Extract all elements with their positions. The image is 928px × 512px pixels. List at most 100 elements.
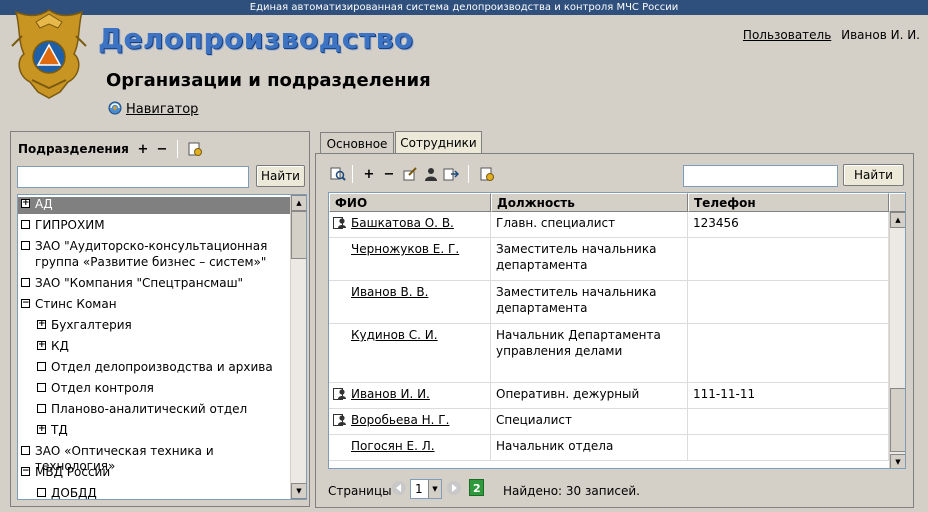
tree-scrollbar[interactable]: ▲ ▼: [290, 195, 306, 499]
cell-text: Начальник Департамента управления делами: [496, 328, 661, 358]
scroll-down-icon[interactable]: ▼: [291, 483, 306, 499]
expand-icon[interactable]: +: [21, 199, 30, 208]
tree-node[interactable]: Отдел контроля: [18, 381, 291, 398]
employee-link[interactable]: Черножуков Е. Г.: [351, 242, 459, 256]
cell-text: 123456: [693, 216, 739, 230]
tree-node[interactable]: + Бухгалтерия: [18, 318, 291, 335]
employees-panel: + − Найти ФИО Должность Телефон Башкатов…: [315, 153, 914, 508]
collapse-icon[interactable]: −: [21, 467, 30, 476]
tab-employees[interactable]: Сотрудники: [395, 131, 482, 154]
cell-text: Заместитель начальника департамента: [496, 242, 657, 272]
tree-node-label: Стинс Коман: [35, 297, 117, 311]
page-title: Организации и подразделения: [106, 70, 431, 91]
tree-node[interactable]: ЗАО "Компания "Спецтрансмаш": [18, 276, 291, 293]
properties-icon[interactable]: [187, 141, 203, 157]
tree-node[interactable]: + АД: [18, 197, 291, 214]
tree-node[interactable]: Планово-аналитический отдел: [18, 402, 291, 419]
remove-icon[interactable]: −: [154, 141, 170, 157]
toolbar-separator: [468, 165, 469, 183]
tree-node[interactable]: ДОБДД: [18, 486, 291, 500]
search-employee-icon[interactable]: [330, 166, 346, 182]
employee-link[interactable]: Кудинов С. И.: [351, 328, 438, 342]
leaf-icon: [21, 220, 30, 229]
collapse-icon[interactable]: −: [21, 299, 30, 308]
page-select[interactable]: 1 ▼: [410, 479, 442, 499]
employees-search-input[interactable]: [683, 165, 838, 187]
expand-icon[interactable]: +: [37, 341, 46, 350]
user-link[interactable]: Пользователь: [743, 28, 831, 42]
pages-label: Страницы: [328, 484, 392, 498]
move-icon[interactable]: [443, 166, 459, 182]
tree-node-label: МВД России: [35, 465, 111, 479]
tree-node[interactable]: ЗАО "Аудиторско-консультационная: [18, 239, 291, 256]
cell-text: Начальник отдела: [496, 439, 614, 453]
cell-text: Специалист: [496, 413, 572, 427]
scroll-thumb[interactable]: [291, 211, 306, 259]
table-scrollbar[interactable]: ▲ ▼: [889, 212, 905, 468]
table-cell-name: Воробьева Н. Г.: [329, 409, 491, 435]
table-cell-position: Заместитель начальника департамента: [491, 281, 688, 324]
tree-node[interactable]: Отдел делопроизводства и архива: [18, 360, 291, 377]
tree-node-label: Отдел контроля: [51, 381, 154, 395]
tab-main[interactable]: Основное: [320, 132, 394, 154]
tree-node-label: Бухгалтерия: [51, 318, 132, 332]
scroll-up-icon[interactable]: ▲: [291, 195, 306, 211]
cell-text: Главн. специалист: [496, 216, 616, 230]
tree-node[interactable]: + ТД: [18, 423, 291, 440]
cell-text: 111-11-11: [693, 387, 756, 401]
person-icon[interactable]: [423, 166, 439, 182]
next-page-icon[interactable]: [446, 480, 462, 496]
departments-panel: Подразделения + − Найти + АД ГИПРОХИМ ЗАО "…: [10, 131, 310, 507]
column-header-spacer: [889, 193, 905, 212]
expand-icon[interactable]: +: [37, 320, 46, 329]
tree-node[interactable]: + КД: [18, 339, 291, 356]
column-header-fio[interactable]: ФИО: [329, 193, 491, 212]
column-header-position[interactable]: Должность: [491, 193, 688, 212]
expand-icon[interactable]: +: [37, 425, 46, 434]
scroll-thumb[interactable]: [890, 388, 905, 452]
table-cell-phone: 123456: [688, 212, 889, 238]
refresh-icon[interactable]: 2: [469, 479, 484, 496]
employee-link[interactable]: Иванов И. И.: [351, 387, 430, 401]
navigator-link[interactable]: Навигатор: [108, 101, 198, 117]
employees-find-button[interactable]: Найти: [843, 164, 904, 186]
leaf-icon: [37, 488, 46, 497]
employees-table: ФИО Должность Телефон Башкатова О. В. Гла…: [328, 192, 906, 469]
departments-tree: + АД ГИПРОХИМ ЗАО "Аудиторско-консультацион…: [17, 194, 307, 500]
remove-employee-icon[interactable]: −: [381, 166, 397, 182]
scroll-down-icon[interactable]: ▼: [890, 454, 905, 468]
prev-page-icon[interactable]: [391, 480, 407, 496]
edit-icon[interactable]: [402, 166, 418, 182]
toolbar-separator: [177, 140, 178, 158]
tree-node[interactable]: группа «Развитие бизнес – систем»": [18, 255, 291, 272]
leaf-icon: [37, 362, 46, 371]
add-icon[interactable]: +: [135, 141, 151, 157]
departments-find-button[interactable]: Найти: [256, 165, 305, 187]
table-cell-name: Иванов И. И.: [329, 383, 491, 409]
tree-node-label: Планово-аналитический отдел: [51, 402, 248, 416]
employee-link[interactable]: Воробьева Н. Г.: [351, 413, 449, 427]
column-header-phone[interactable]: Телефон: [688, 193, 889, 212]
tree-node-label: ДОБДД: [51, 486, 97, 500]
chevron-down-icon[interactable]: ▼: [428, 480, 441, 498]
employee-link[interactable]: Башкатова О. В.: [351, 216, 454, 230]
employee-link[interactable]: Погосян Е. Л.: [351, 439, 435, 453]
tree-node[interactable]: − Стинс Коман: [18, 297, 291, 314]
table-cell-phone: 111-11-11: [688, 383, 889, 409]
tree-node-label: АД: [35, 197, 53, 211]
leaf-icon: [37, 383, 46, 392]
properties-icon[interactable]: [479, 166, 495, 182]
employee-link[interactable]: Иванов В. В.: [351, 285, 428, 299]
tree-node[interactable]: ГИПРОХИМ: [18, 218, 291, 235]
tree-node[interactable]: − МВД России: [18, 465, 291, 482]
person-card-icon: [333, 388, 346, 400]
scroll-up-icon[interactable]: ▲: [890, 212, 905, 228]
table-cell-phone: [688, 435, 889, 461]
navigator-icon: [108, 101, 122, 115]
table-cell-position: Оперативн. дежурный: [491, 383, 688, 409]
tree-node-label: ГИПРОХИМ: [35, 218, 105, 232]
add-employee-icon[interactable]: +: [361, 166, 377, 182]
tree-node-label: КД: [51, 339, 69, 353]
departments-search-input[interactable]: [17, 166, 249, 188]
tree-node[interactable]: ЗАО «Оптическая техника и технология»: [18, 444, 291, 473]
